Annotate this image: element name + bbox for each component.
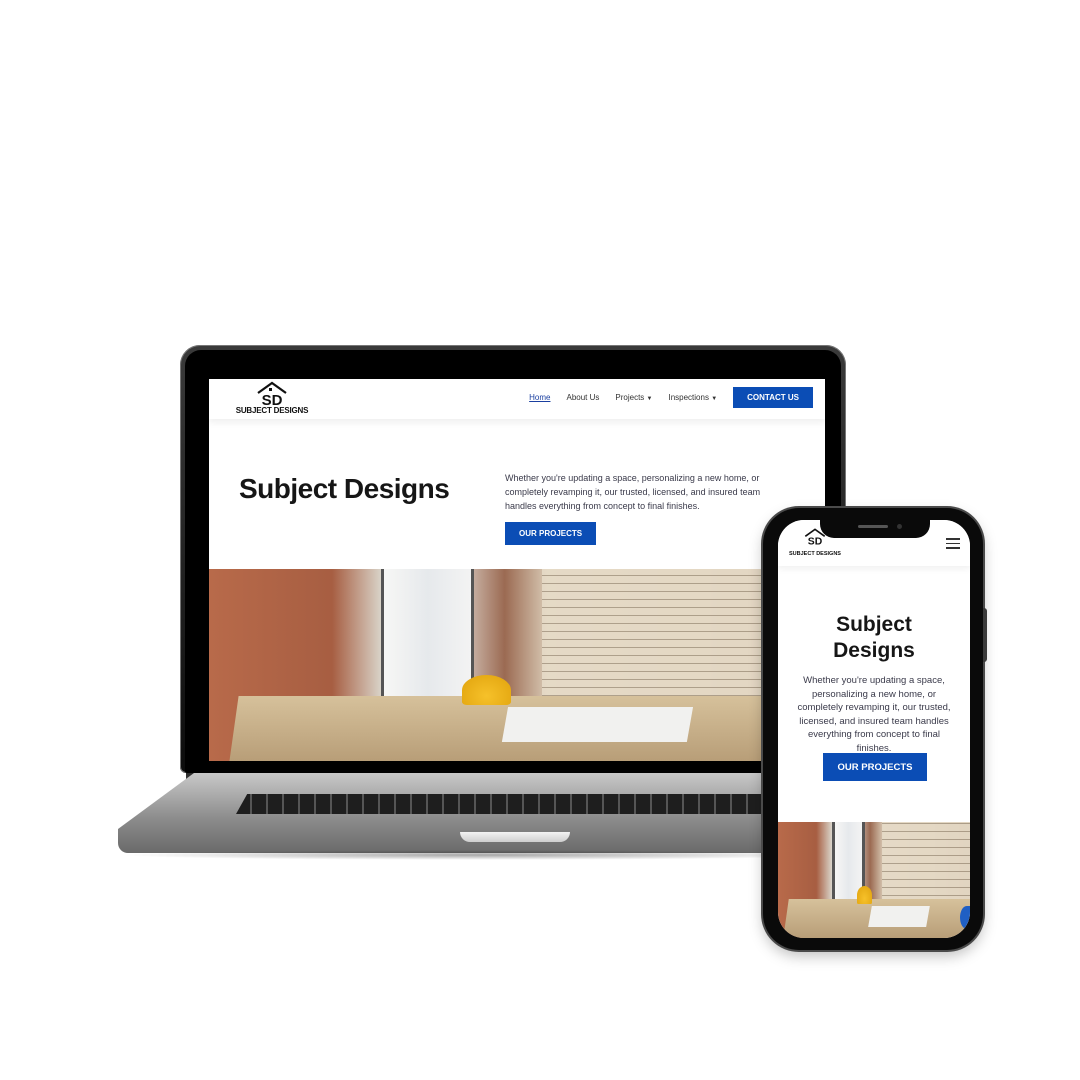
svg-text:SD: SD (262, 392, 283, 407)
hamburger-icon[interactable] (946, 538, 960, 552)
nav-projects[interactable]: Projects ▼ (615, 393, 652, 402)
hero-text: Whether you're updating a space, persona… (505, 473, 761, 511)
phone-screen: SD SUBJECT DESIGNS Subject Designs Wheth… (778, 520, 970, 938)
mobile-logo-text: SUBJECT DESIGNS (789, 551, 841, 557)
nav-inspections[interactable]: Inspections ▼ (668, 393, 717, 402)
caret-down-icon: ▼ (646, 396, 653, 402)
house-logo-icon: SD (257, 381, 287, 407)
svg-text:SD: SD (808, 537, 823, 546)
our-projects-button[interactable]: OUR PROJECTS (505, 522, 597, 545)
phone-notch (820, 520, 930, 538)
mobile-hero-text: Whether you're updating a space, persona… (797, 675, 951, 754)
contact-us-button[interactable]: CONTACT US (733, 387, 813, 408)
caret-down-icon: ▼ (711, 396, 718, 402)
site-header: SD SUBJECT DESIGNS Home About Us Project… (209, 379, 825, 419)
nav-projects-label: Projects (615, 393, 645, 402)
nav-inspections-label: Inspections (668, 393, 709, 402)
main-nav: Home About Us Projects ▼ Inspections ▼ C… (529, 387, 813, 408)
mobile-hero-title: Subject Designs (778, 612, 970, 664)
site-logo[interactable]: SD SUBJECT DESIGNS (233, 381, 311, 415)
logo-text: SUBJECT DESIGNS (235, 406, 309, 415)
laptop-keyboard (236, 794, 796, 814)
mobile-title-line1: Subject (836, 613, 912, 636)
mobile-title-line2: Designs (833, 639, 915, 662)
phone-side-button (983, 608, 987, 662)
laptop-notch (460, 832, 570, 842)
hero-title: Subject Designs (239, 473, 450, 504)
mobile-hero-photo (778, 822, 970, 938)
laptop-shadow (120, 850, 840, 860)
laptop-screen: SD SUBJECT DESIGNS Home About Us Project… (209, 379, 825, 761)
mobile-our-projects-button[interactable]: OUR PROJECTS (823, 753, 927, 781)
nav-home[interactable]: Home (529, 393, 550, 402)
hero-photo (209, 569, 825, 761)
nav-about-us[interactable]: About Us (566, 393, 599, 402)
